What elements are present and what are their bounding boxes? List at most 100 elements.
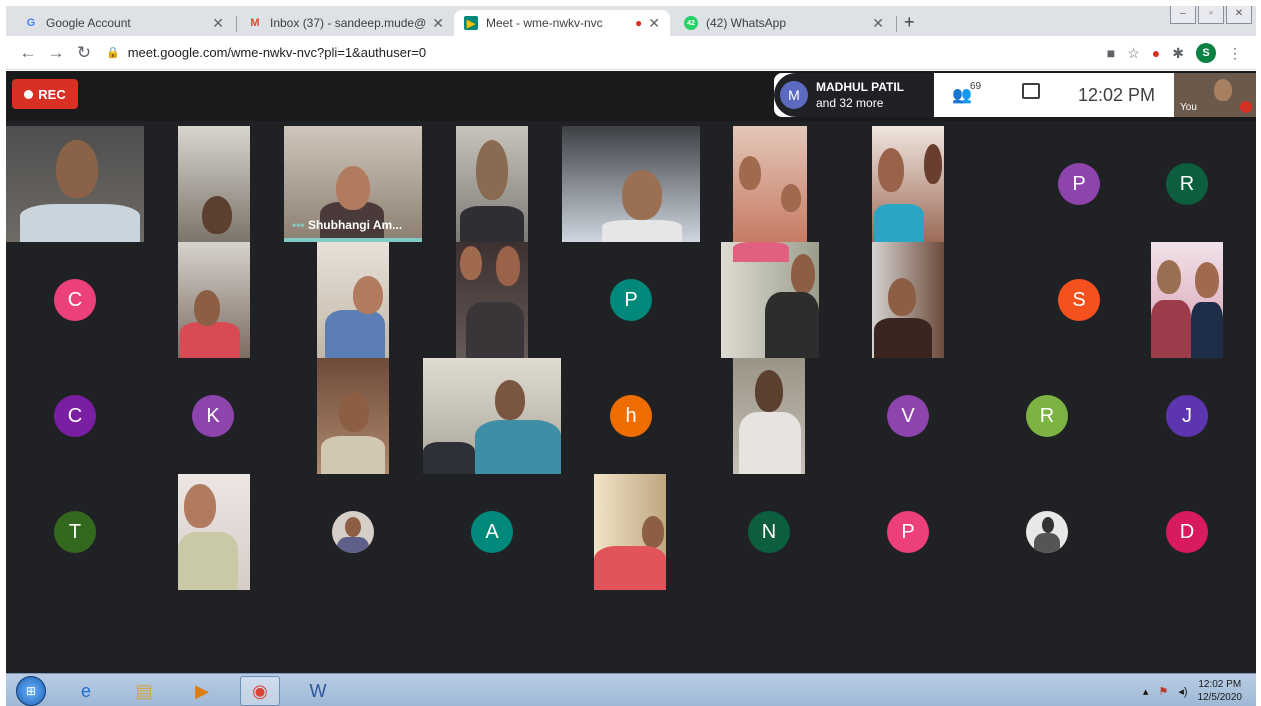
address-bar[interactable]: 🔒 meet.google.com/wme-nwkv-nvc?pli=1&aut… [106, 39, 426, 67]
puzzle-icon[interactable]: ✱ [1172, 45, 1184, 62]
people-icon[interactable]: 👥 [952, 85, 972, 105]
participant-avatar-tile[interactable]: C [6, 358, 144, 474]
profile-avatar[interactable]: S [1196, 43, 1216, 63]
participant-avatar-tile[interactable] [284, 474, 422, 590]
network-flag-icon[interactable]: ⚑ [1158, 685, 1168, 698]
participant-avatar-tile[interactable]: S [1010, 242, 1148, 358]
recording-badge: REC [12, 79, 78, 109]
participant-video-tile[interactable] [456, 242, 528, 358]
participant-avatar-tile[interactable]: P [562, 242, 700, 358]
speaking-indicator-icon: ••• [292, 218, 305, 232]
participant-avatar-tile[interactable]: C [6, 242, 144, 358]
participant-video-tile[interactable] [6, 126, 144, 242]
volume-icon[interactable]: ◂) [1178, 685, 1187, 698]
tab-whatsapp[interactable]: 42 (42) WhatsApp ✕ [674, 10, 894, 36]
menu-icon[interactable]: ⋮ [1228, 45, 1242, 62]
chat-icon[interactable] [1022, 83, 1040, 99]
participant-avatar-tile[interactable]: J [1118, 358, 1256, 474]
participant-avatar-tile[interactable]: R [978, 358, 1116, 474]
reload-icon[interactable]: ↻ [70, 43, 98, 63]
forward-icon[interactable]: → [42, 43, 70, 63]
participant-avatar: D [1166, 511, 1208, 553]
participant-avatar-tile[interactable]: K [144, 358, 282, 474]
tray-expand-icon[interactable]: ▴ [1143, 685, 1149, 698]
tab-meet[interactable]: ▶ Meet - wme-nwkv-nvc ● ✕ [454, 10, 670, 36]
taskbar-clock[interactable]: 12:02 PM 12/5/2020 [1198, 678, 1243, 704]
new-tab-button[interactable]: + [904, 12, 915, 33]
media-player-icon[interactable]: ▶ [182, 676, 222, 706]
tab-title: Google Account [46, 16, 131, 30]
mic-muted-icon [1240, 101, 1252, 113]
back-icon[interactable]: ← [14, 43, 42, 63]
participant-avatar-tile[interactable] [978, 474, 1116, 590]
participant-avatar: P [1058, 163, 1100, 205]
camera-icon[interactable]: ■ [1107, 45, 1115, 61]
screen: G Google Account ✕ M Inbox (37) - sandee… [0, 0, 1261, 706]
self-label: You [1180, 102, 1197, 113]
tab-title: (42) WhatsApp [706, 16, 787, 30]
presenter-avatar: M [780, 81, 808, 109]
participant-video-tile-active-speaker[interactable]: ••• Shubhangi Am... [284, 126, 422, 242]
file-explorer-icon[interactable]: ▤ [124, 676, 164, 706]
participant-video-tile[interactable] [872, 126, 944, 242]
close-icon[interactable]: ✕ [648, 15, 660, 32]
self-view-tile[interactable]: You [1174, 73, 1256, 117]
participant-video-tile[interactable] [562, 126, 700, 242]
participant-video-tile[interactable] [456, 126, 528, 242]
gmail-icon: M [250, 17, 260, 29]
participant-avatar-tile[interactable]: T [6, 474, 144, 590]
participant-avatar-tile[interactable]: R [1118, 126, 1256, 242]
participant-avatar: R [1166, 163, 1208, 205]
participant-video-tile[interactable] [733, 358, 805, 474]
tab-gmail-inbox[interactable]: M Inbox (37) - sandeep.mude@kdk ✕ [238, 10, 454, 36]
chrome-icon[interactable]: ◉ [240, 676, 280, 706]
extension-icon[interactable]: ● [1152, 45, 1160, 61]
participant-video-tile[interactable] [178, 242, 250, 358]
close-icon[interactable]: ✕ [432, 15, 444, 32]
bookmark-star-icon[interactable]: ☆ [1127, 45, 1140, 62]
participant-avatar: A [471, 511, 513, 553]
participant-photo-avatar [1026, 511, 1068, 553]
participant-avatar-tile[interactable]: A [423, 474, 561, 590]
extensions-area: ■ ☆ ● ✱ S ⋮ [1107, 36, 1256, 70]
participant-video-tile[interactable] [721, 242, 819, 358]
close-icon[interactable]: ✕ [212, 15, 224, 32]
participant-video-tile[interactable] [317, 358, 389, 474]
participant-video-tile[interactable] [872, 242, 944, 358]
participant-video-tile[interactable] [733, 126, 807, 242]
internet-explorer-icon[interactable]: e [66, 676, 106, 706]
participant-avatar: N [748, 511, 790, 553]
participant-avatar-tile[interactable]: D [1118, 474, 1256, 590]
people-count: 69 [970, 81, 982, 92]
maximize-button[interactable]: ▫ [1198, 6, 1224, 24]
tab-title: Inbox (37) - sandeep.mude@kdk [270, 16, 427, 30]
minimize-button[interactable]: – [1170, 6, 1196, 24]
participant-video-tile[interactable] [423, 358, 561, 474]
participant-video-tile[interactable] [594, 474, 666, 590]
windows-taskbar: ⊞ e ▤ ▶ ◉ W ▴ ⚑ ◂) 12:02 PM 12/5/2020 [6, 673, 1256, 706]
participant-avatar-tile[interactable]: N [700, 474, 838, 590]
rec-label: REC [38, 86, 66, 102]
word-icon[interactable]: W [298, 676, 338, 706]
presenter-chip[interactable]: M MADHUL PATIL and 32 more [774, 73, 934, 117]
meet-call-area: REC M MADHUL PATIL and 32 more 👥 69 12:0… [6, 71, 1256, 673]
participant-avatar-tile[interactable]: h [562, 358, 700, 474]
close-window-button[interactable]: ✕ [1226, 6, 1252, 24]
presenter-more: and 32 more [816, 96, 884, 110]
url-text: meet.google.com/wme-nwkv-nvc?pli=1&authu… [127, 45, 427, 60]
tab-title: Meet - wme-nwkv-nvc [486, 16, 603, 30]
participant-video-tile[interactable] [317, 242, 389, 358]
close-icon[interactable]: ✕ [872, 15, 884, 32]
participant-video-tile[interactable] [178, 474, 250, 590]
participant-video-tile[interactable] [1151, 242, 1223, 358]
meeting-clock: 12:02 PM [1078, 85, 1156, 105]
participant-avatar-tile[interactable]: V [839, 358, 977, 474]
participant-photo-avatar [332, 511, 374, 553]
tab-google-account[interactable]: G Google Account ✕ [14, 10, 234, 36]
participant-avatar-tile[interactable]: P [839, 474, 977, 590]
participant-video-tile[interactable] [178, 126, 250, 242]
participant-avatar: h [610, 395, 652, 437]
participant-avatar: S [1058, 279, 1100, 321]
meet-icon: ▶ [464, 16, 478, 30]
start-button[interactable]: ⊞ [16, 676, 46, 706]
